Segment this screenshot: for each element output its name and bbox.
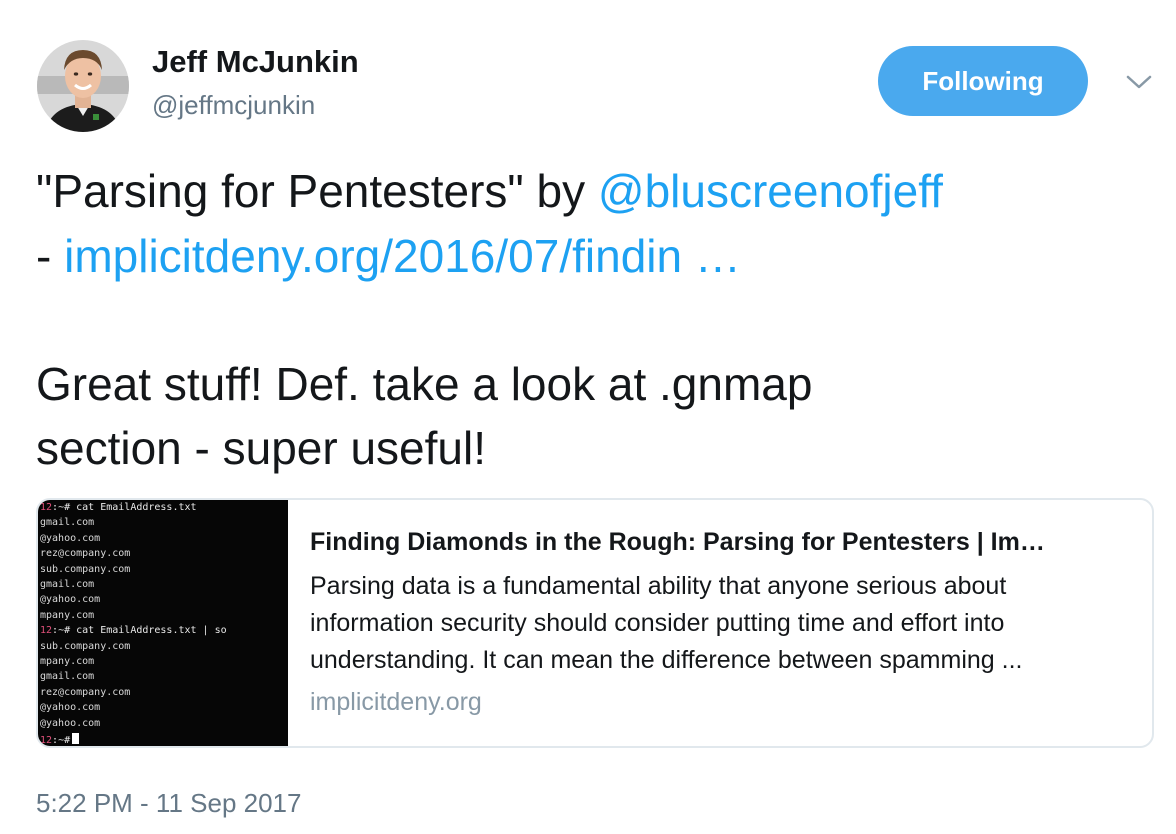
terminal-line-text: rez@company.com: [40, 548, 131, 560]
terminal-line-text: gmail.com: [40, 517, 95, 529]
mention-link[interactable]: @bluscreenofjeff: [598, 165, 943, 217]
card-description-line-2: information security should consider put…: [310, 609, 1005, 637]
terminal-line: 12:~# cat EmailAddress.txt | so: [40, 625, 227, 637]
terminal-line: sub.company.com: [40, 564, 130, 576]
terminal-line: gmail.com: [40, 579, 94, 591]
card-description-line-3: understanding. It can mean the differenc…: [310, 646, 1023, 674]
tweet-container: Jeff McJunkin @jeffmcjunkin Following "P…: [0, 0, 1176, 834]
card-domain: implicitdeny.org: [310, 688, 482, 716]
card-image-terminal: 12:~# cat EmailAddress.txt gmail.com @yaho…: [38, 500, 288, 746]
avatar[interactable]: [37, 40, 129, 132]
tweet-text-line-2: - implicitdeny.org/2016/07/findin …: [36, 228, 741, 284]
terminal-line: @yahoo.com: [40, 702, 100, 714]
terminal-line-text: :~# cat EmailAddress.txt: [52, 502, 197, 513]
terminal-prompt-prefix: 12: [40, 735, 53, 746]
terminal-line: 12:~# cat EmailAddress.txt: [40, 502, 197, 514]
terminal-cursor: [72, 733, 80, 744]
terminal-line: rez@company.com: [40, 548, 130, 560]
tweet-text-line-4: section - super useful!: [36, 422, 487, 474]
tweet-text-line-1: "Parsing for Pentesters" by @bluscreenof…: [36, 163, 943, 219]
terminal-line: gmail.com: [40, 671, 94, 683]
card-description-line-1: Parsing data is a fundamental ability th…: [310, 572, 1007, 600]
link-preview-card[interactable]: 12:~# cat EmailAddress.txt gmail.com @yaho…: [36, 498, 1154, 748]
terminal-line-text: sub.company.com: [40, 640, 131, 652]
chevron-down-icon[interactable]: [1124, 70, 1154, 94]
terminal-prompt-prefix: 12: [40, 502, 53, 513]
terminal-line: @yahoo.com: [40, 718, 100, 730]
terminal-line-text: gmail.com: [40, 671, 95, 683]
author-handle[interactable]: @jeffmcjunkin: [152, 90, 315, 121]
tweet-text-dash: -: [36, 230, 65, 282]
terminal-line: gmail.com: [40, 517, 94, 529]
terminal-line-text: sub.company.com: [40, 563, 131, 575]
terminal-line-text: :~#: [52, 735, 71, 746]
tweet-text-quote: "Parsing for Pentesters" by: [36, 165, 598, 217]
card-title: Finding Diamonds in the Rough: Parsing f…: [310, 528, 1045, 556]
tweet-text-line-3: Great stuff! Def. take a look at .gnmap: [36, 358, 813, 410]
terminal-line-text: @yahoo.com: [40, 532, 101, 544]
author-name[interactable]: Jeff McJunkin: [152, 44, 359, 80]
terminal-line: @yahoo.com: [40, 533, 100, 545]
terminal-prompt-prefix: 12: [40, 625, 53, 637]
tweet-timestamp[interactable]: 5:22 PM - 11 Sep 2017: [36, 788, 301, 819]
terminal-line: rez@company.com: [40, 687, 130, 699]
terminal-line: mpany.com: [40, 656, 94, 668]
url-link[interactable]: implicitdeny.org/2016/07/findin …: [64, 230, 741, 282]
terminal-line-text: :~# cat EmailAddress.txt | so: [52, 625, 227, 637]
terminal-line: sub.company.com: [40, 641, 130, 653]
terminal-line-text: @yahoo.com: [40, 594, 101, 606]
terminal-line: @yahoo.com: [40, 594, 100, 606]
terminal-line: 12:~#: [40, 733, 80, 746]
terminal-line-text: rez@company.com: [40, 686, 131, 698]
terminal-line-text: @yahoo.com: [40, 717, 101, 729]
terminal-line-text: @yahoo.com: [40, 702, 101, 714]
terminal-line-text: gmail.com: [40, 579, 95, 590]
avatar-image: [37, 40, 129, 132]
terminal-line: mpany.com: [40, 610, 94, 622]
terminal-line-text: mpany.com: [40, 656, 95, 667]
following-button[interactable]: Following: [878, 46, 1088, 116]
terminal-line-text: mpany.com: [40, 609, 95, 621]
